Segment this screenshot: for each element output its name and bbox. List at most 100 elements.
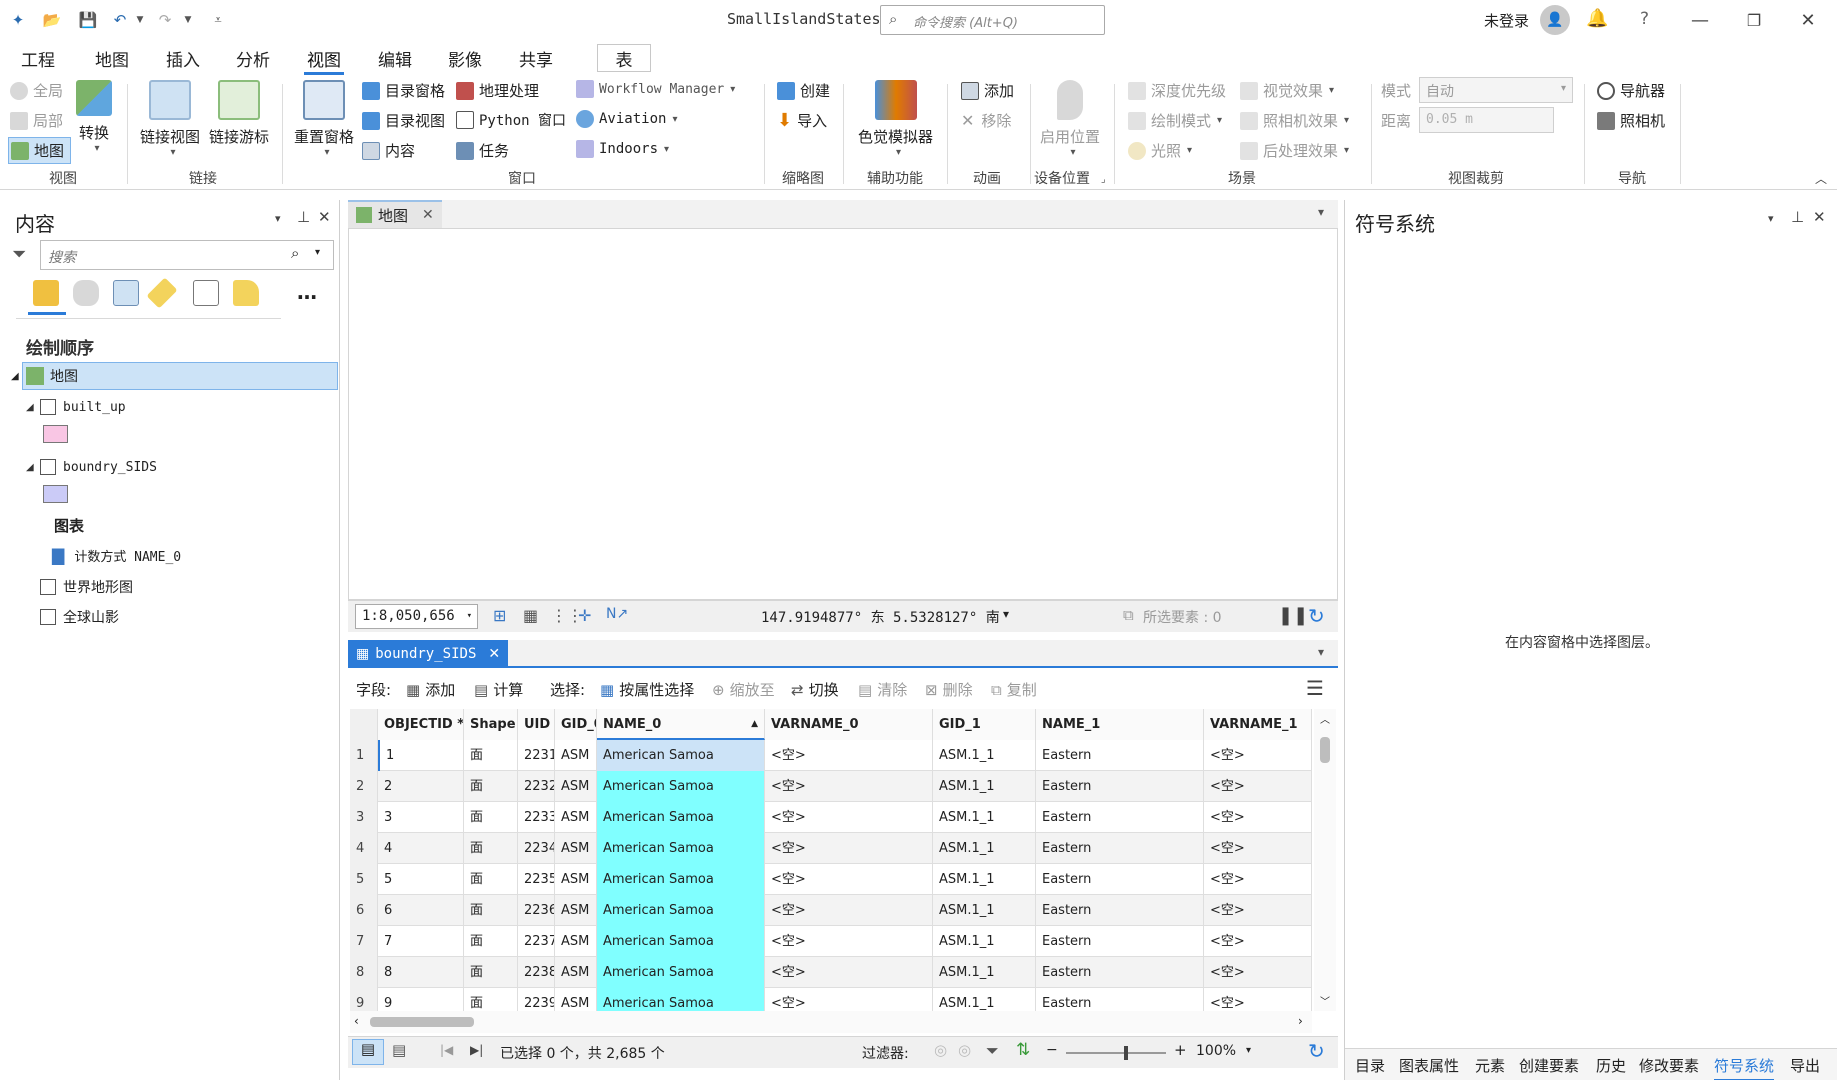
table-menu-icon[interactable]: ☰ — [1306, 676, 1324, 700]
basemap-tree-item[interactable]: 全球山影 — [40, 603, 119, 631]
view-tabs-dropdown-icon[interactable]: ▾ — [1318, 645, 1324, 659]
table-cell[interactable]: American Samoa — [597, 833, 765, 864]
grid-icon[interactable]: ▦ — [523, 606, 538, 625]
attribute-table-tab[interactable]: ▦ boundry_SIDS ✕ — [348, 640, 508, 668]
notifications-bell-icon[interactable]: 🔔 — [1586, 8, 1608, 29]
table-cell[interactable]: ASM.1_1 — [933, 833, 1036, 864]
table-cell[interactable]: 2231 — [518, 740, 555, 771]
depth-priority-button[interactable]: 深度优先级 — [1128, 80, 1226, 101]
table-cell[interactable]: ASM — [555, 864, 597, 895]
tab-create-features[interactable]: 创建要素 — [1519, 1055, 1579, 1076]
pause-drawing-icon[interactable]: ❚❚ — [1278, 605, 1308, 626]
tab-share[interactable]: 共享 — [516, 44, 556, 72]
add-animation-button[interactable]: 添加 — [961, 80, 1014, 101]
table-cell[interactable]: 8 — [378, 957, 464, 988]
command-search-input[interactable]: ⌕ 命令搜索 (Alt+Q) — [880, 5, 1105, 35]
table-row[interactable]: 9 9 面 2239 ASM American Samoa <空> ASM.1_1 Easter… — [350, 988, 1312, 1011]
table-cell[interactable]: American Samoa — [597, 895, 765, 926]
tab-history[interactable]: 历史 — [1596, 1055, 1626, 1076]
tab-modify-features[interactable]: 修改要素 — [1639, 1055, 1699, 1076]
list-by-labeling-icon[interactable] — [233, 280, 259, 306]
row-number[interactable]: 1 — [350, 740, 378, 771]
table-row[interactable]: 8 8 面 2238 ASM American Samoa <空> ASM.1_1 Easter… — [350, 957, 1312, 988]
tab-insert[interactable]: 插入 — [163, 44, 203, 72]
table-row[interactable]: 4 4 面 2234 ASM American Samoa <空> ASM.1_1 Easter… — [350, 833, 1312, 864]
open-project-icon[interactable]: 📂 — [42, 10, 62, 30]
column-header[interactable]: NAME_1 — [1036, 709, 1204, 740]
column-header[interactable]: UID — [518, 709, 555, 740]
table-cell[interactable]: ASM — [555, 833, 597, 864]
map-canvas[interactable] — [348, 228, 1338, 600]
map-view-button[interactable]: 地图 — [8, 137, 72, 164]
tab-map[interactable]: 地图 — [92, 44, 132, 72]
link-cursor-button[interactable]: 链接游标 — [209, 80, 269, 147]
table-cell[interactable]: Eastern — [1036, 988, 1204, 1011]
sign-in-status[interactable]: 未登录 — [1484, 10, 1529, 31]
fixed-zoom-icon[interactable]: ⊞ — [493, 606, 506, 625]
reset-panes-button[interactable]: 重置窗格 ▾ — [294, 80, 354, 158]
lighting-button[interactable]: 光照 ▾ — [1128, 140, 1192, 161]
indoors-button[interactable]: Indoors ▾ — [576, 140, 669, 158]
table-cell[interactable]: 2234 — [518, 833, 555, 864]
table-cell[interactable]: Eastern — [1036, 864, 1204, 895]
table-cell[interactable]: <空> — [765, 802, 933, 833]
table-cell[interactable]: 2236 — [518, 895, 555, 926]
zoom-to-button[interactable]: ⊕ 缩放至 — [712, 679, 775, 700]
clip-distance-input[interactable]: 0.05 m — [1419, 107, 1554, 133]
basemap-tree-item[interactable]: 世界地形图 — [40, 573, 133, 601]
table-cell[interactable]: <空> — [765, 988, 933, 1011]
table-cell[interactable]: <空> — [765, 833, 933, 864]
refresh-icon[interactable]: ↻ — [1308, 604, 1325, 628]
pane-options-icon[interactable]: ▾ — [1768, 212, 1774, 225]
table-zoom-select[interactable]: 100% — [1196, 1043, 1236, 1059]
vertical-scroll-thumb[interactable] — [1320, 737, 1330, 763]
table-cell[interactable]: 面 — [464, 833, 518, 864]
last-record-icon[interactable]: ▶| — [470, 1043, 483, 1057]
layer-tree-item[interactable]: ◢ boundry_SIDS — [26, 453, 157, 481]
zoom-slider-thumb[interactable] — [1124, 1046, 1128, 1060]
table-cell[interactable]: ASM.1_1 — [933, 926, 1036, 957]
table-cell[interactable]: American Samoa — [597, 802, 765, 833]
tab-edit[interactable]: 编辑 — [375, 44, 415, 72]
close-window-icon[interactable]: ✕ — [1788, 6, 1828, 34]
coordinate-format-dropdown-icon[interactable]: ▾ — [1003, 607, 1009, 621]
table-cell[interactable]: <空> — [765, 771, 933, 802]
tab-symbology[interactable]: 符号系统 — [1714, 1055, 1775, 1080]
table-cell[interactable]: Eastern — [1036, 771, 1204, 802]
table-cell[interactable]: ASM.1_1 — [933, 740, 1036, 771]
tasks-button[interactable]: 任务 — [456, 140, 509, 161]
table-cell[interactable]: <空> — [765, 895, 933, 926]
table-cell[interactable]: 7 — [378, 926, 464, 957]
view-tabs-dropdown-icon[interactable]: ▾ — [1318, 205, 1324, 219]
sort-icon[interactable]: ⇅ — [1016, 1040, 1030, 1060]
table-cell[interactable]: ASM.1_1 — [933, 957, 1036, 988]
switch-selection-button[interactable]: ⇄ 切换 — [791, 679, 839, 700]
column-header-sorted[interactable]: NAME_0 ▲ — [597, 709, 765, 740]
row-number[interactable]: 7 — [350, 926, 378, 957]
workflow-manager-button[interactable]: Workflow Manager ▾ — [576, 80, 735, 98]
layer-symbol-swatch[interactable] — [43, 485, 68, 503]
tab-export[interactable]: 导出 — [1790, 1055, 1820, 1076]
copy-selection-button[interactable]: ⧉ 复制 — [991, 679, 1037, 700]
table-cell[interactable]: <空> — [765, 740, 933, 771]
column-header[interactable]: GID_0 — [555, 709, 597, 740]
close-tab-icon[interactable]: ✕ — [422, 207, 434, 223]
save-icon[interactable]: 💾 — [78, 10, 98, 30]
table-cell[interactable]: ASM.1_1 — [933, 771, 1036, 802]
table-cell[interactable]: 6 — [378, 895, 464, 926]
table-cell[interactable]: Eastern — [1036, 957, 1204, 988]
table-cell[interactable]: 面 — [464, 740, 518, 771]
tab-chart-properties[interactable]: 图表属性 — [1399, 1055, 1459, 1076]
table-cell[interactable]: American Samoa — [597, 988, 765, 1011]
pin-icon[interactable]: ⊥ — [297, 208, 310, 226]
catalog-view-button[interactable]: 目录视图 — [362, 110, 445, 131]
table-cell[interactable]: ASM.1_1 — [933, 864, 1036, 895]
column-header[interactable]: VARNAME_0 — [765, 709, 933, 740]
table-cell[interactable]: 2232 — [518, 771, 555, 802]
select-by-attributes-button[interactable]: ▦ 按属性选择 — [600, 679, 694, 700]
table-cell[interactable]: <空> — [1204, 957, 1312, 988]
close-pane-icon[interactable]: ✕ — [318, 208, 331, 226]
select-all-corner[interactable] — [350, 709, 378, 740]
table-cell[interactable]: 面 — [464, 802, 518, 833]
table-cell[interactable]: ASM.1_1 — [933, 895, 1036, 926]
